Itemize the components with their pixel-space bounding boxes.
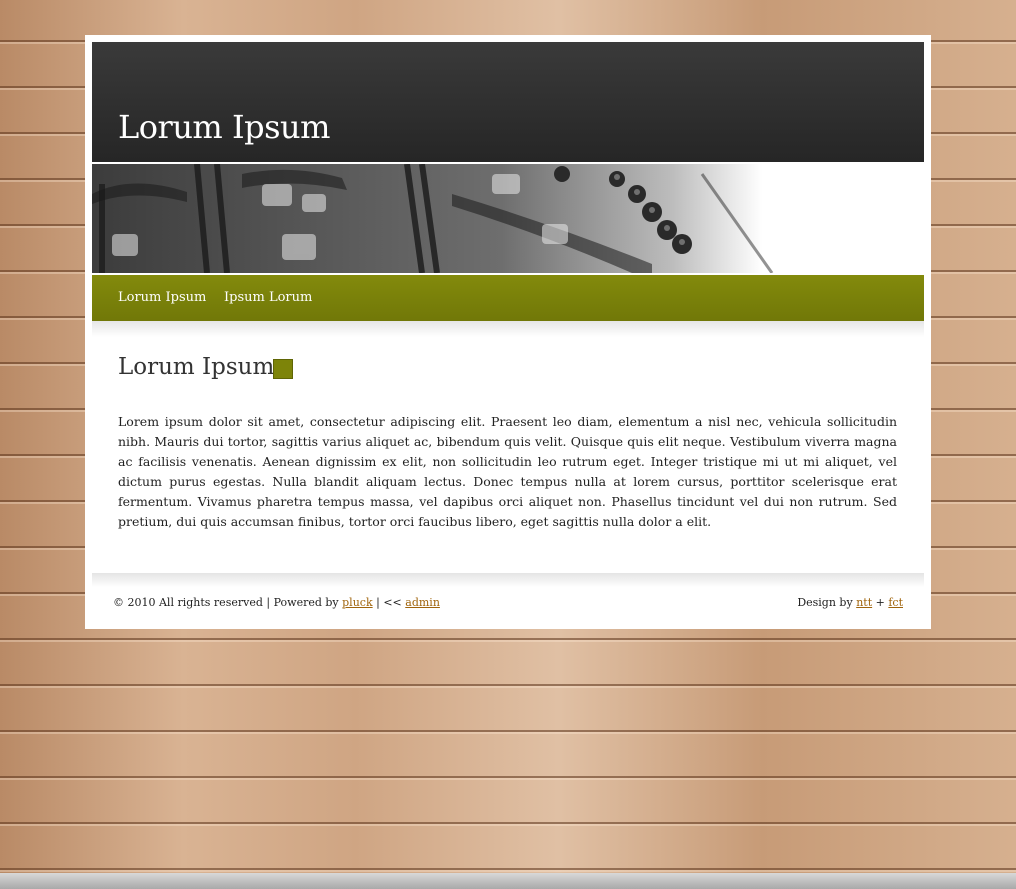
design-by-text: Design by — [797, 596, 857, 609]
content-body: Lorem ipsum dolor sit amet, consectetur … — [118, 414, 897, 529]
site-header: Lorum Ipsum — [92, 42, 924, 162]
nav-shadow-divider — [92, 321, 924, 337]
title-accent-square — [273, 359, 293, 379]
nav-item-lorum-ipsum[interactable]: Lorum Ipsum — [118, 290, 206, 305]
copyright-text: © 2010 All rights reserved | Powered by — [113, 596, 343, 609]
page-background: { "header": { "site_title": "Lorum Ipsum… — [0, 0, 1016, 889]
designer-link-ntt[interactable]: ntt — [856, 596, 872, 609]
footer-divider — [92, 573, 924, 587]
powered-by-link[interactable]: pluck — [342, 596, 372, 609]
header-banner-image — [92, 164, 924, 273]
plus-text: + — [872, 596, 889, 609]
nav-item-ipsum-lorum[interactable]: Ipsum Lorum — [224, 290, 312, 305]
site-title[interactable]: Lorum Ipsum — [118, 108, 330, 146]
footer-separator: | << — [372, 596, 406, 609]
window-bottom-scrollbar[interactable] — [0, 873, 1016, 889]
footer-design-credit: Design by ntt + fct — [797, 596, 903, 609]
page-container: Lorum Ipsum Lorum Ipsum Ipsum Lorum Loru… — [85, 35, 931, 629]
content-title: Lorum Ipsum — [118, 354, 275, 380]
admin-link[interactable]: admin — [405, 596, 440, 609]
footer-copyright: © 2010 All rights reserved | Powered by … — [113, 596, 440, 609]
designer-link-fct[interactable]: fct — [888, 596, 903, 609]
main-nav: Lorum Ipsum Ipsum Lorum — [92, 275, 924, 321]
